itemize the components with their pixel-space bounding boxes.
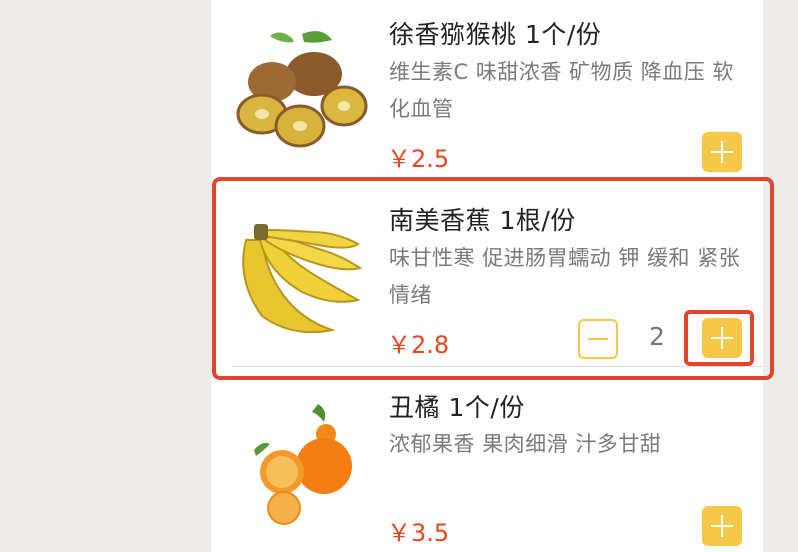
product-price: ￥2.8	[387, 331, 450, 359]
add-to-cart-button[interactable]	[702, 132, 742, 172]
kiwi-fruit-image	[232, 26, 372, 156]
decrease-quantity-button[interactable]	[578, 319, 618, 359]
product-name: 南美香蕉 1根/份	[389, 206, 576, 235]
product-price: ￥2.5	[387, 145, 450, 173]
product-description: 浓郁果香 果肉细滑 汁多甘甜	[389, 432, 662, 456]
product-description: 维生素C 味甜浓香 矿物质 降血压 软化血管	[389, 60, 734, 121]
add-to-cart-button[interactable]	[702, 318, 742, 358]
banana-bunch-image	[232, 210, 372, 340]
left-background	[0, 0, 211, 552]
product-name: 丑橘 1个/份	[389, 393, 525, 422]
product-description: 味甘性寒 促进肠胃蠕动 钾 缓和 紧张情绪	[389, 246, 741, 307]
add-to-cart-button[interactable]	[702, 506, 742, 546]
product-item-banana: 南美香蕉 1根/份 味甘性寒 促进肠胃蠕动 钾 缓和 紧张情绪 ￥2.8 2	[211, 178, 763, 368]
right-background	[763, 0, 798, 552]
row-divider	[232, 366, 762, 367]
product-price: ￥3.5	[387, 519, 450, 547]
quantity-value: 2	[649, 322, 665, 351]
orange-tangerine-image	[232, 400, 372, 530]
product-name: 徐香猕猴桃 1个/份	[389, 20, 602, 49]
product-item-kiwi: 徐香猕猴桃 1个/份 维生素C 味甜浓香 矿物质 降血压 软化血管 ￥2.5	[211, 0, 763, 178]
product-item-orange: 丑橘 1个/份 浓郁果香 果肉细滑 汁多甘甜 ￥3.5	[211, 368, 763, 552]
